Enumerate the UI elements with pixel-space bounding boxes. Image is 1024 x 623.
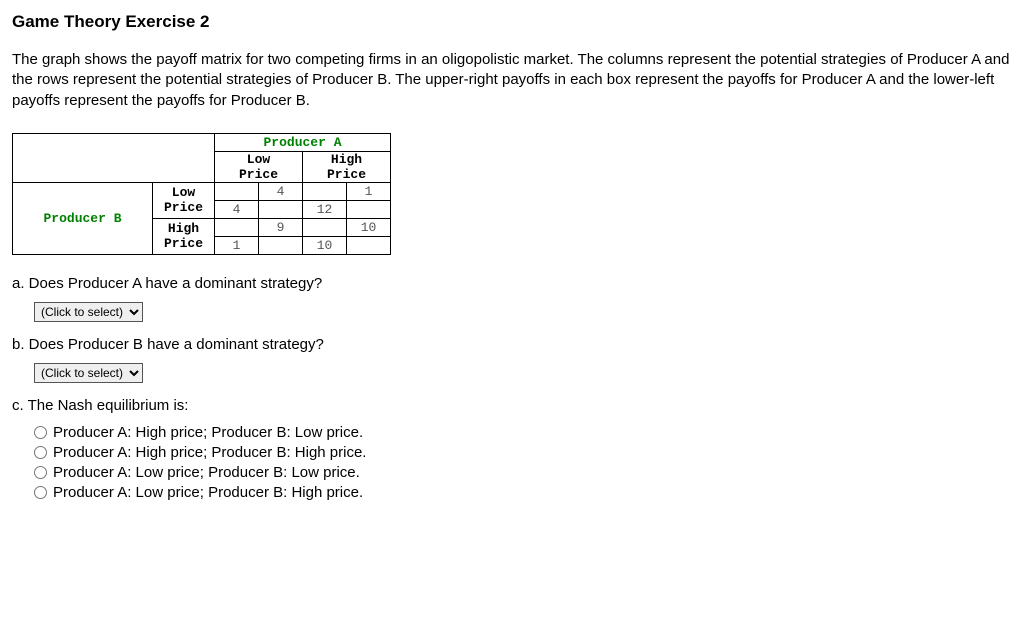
- col-strategy-high: High Price: [303, 151, 391, 182]
- text: Low: [247, 152, 270, 167]
- option-row[interactable]: Producer A: High price; Producer B: Low …: [34, 424, 1012, 441]
- option-label: Producer A: Low price; Producer B: High …: [53, 484, 363, 501]
- option-label: Producer A: High price; Producer B: High…: [53, 444, 366, 461]
- option-row[interactable]: Producer A: Low price; Producer B: High …: [34, 484, 1012, 501]
- question-a-select[interactable]: (Click to select): [34, 302, 143, 322]
- payoff-a-r1c2: 1: [347, 182, 391, 200]
- page-title: Game Theory Exercise 2: [12, 12, 1012, 32]
- option-label: Producer A: Low price; Producer B: Low p…: [53, 464, 360, 481]
- option-label: Producer A: High price; Producer B: Low …: [53, 424, 363, 441]
- row-strategy-low: Low Price: [153, 182, 215, 218]
- payoff-b-r1c1: 4: [215, 200, 259, 218]
- empty-cell: [215, 182, 259, 200]
- question-c-options: Producer A: High price; Producer B: Low …: [34, 424, 1012, 501]
- option-radio-3[interactable]: [34, 466, 47, 479]
- empty-cell: [215, 218, 259, 236]
- intro-text: The graph shows the payoff matrix for tw…: [12, 50, 1012, 111]
- option-radio-2[interactable]: [34, 446, 47, 459]
- payoff-b-r2c2: 10: [303, 236, 347, 254]
- empty-cell: [347, 200, 391, 218]
- text: Price: [164, 200, 203, 215]
- empty-cell: [303, 218, 347, 236]
- option-row[interactable]: Producer A: High price; Producer B: High…: [34, 444, 1012, 461]
- payoff-a-r1c1: 4: [259, 182, 303, 200]
- text: Low: [172, 185, 195, 200]
- text: Price: [327, 167, 366, 182]
- empty-cell: [259, 236, 303, 254]
- row-player-label: Producer B: [13, 182, 153, 254]
- payoff-b-r2c1: 1: [215, 236, 259, 254]
- text: High: [168, 221, 199, 236]
- payoff-matrix: Producer A Low Price High Price Producer…: [12, 133, 391, 255]
- question-b-text: b. Does Producer B have a dominant strat…: [12, 336, 1012, 353]
- question-b-select[interactable]: (Click to select): [34, 363, 143, 383]
- empty-cell: [347, 236, 391, 254]
- text: Price: [239, 167, 278, 182]
- col-strategy-low: Low Price: [215, 151, 303, 182]
- question-a-text: a. Does Producer A have a dominant strat…: [12, 275, 1012, 292]
- option-radio-4[interactable]: [34, 486, 47, 499]
- col-player-label: Producer A: [215, 133, 391, 151]
- option-radio-1[interactable]: [34, 426, 47, 439]
- empty-cell: [259, 200, 303, 218]
- question-c-text: c. The Nash equilibrium is:: [12, 397, 1012, 414]
- corner-blank: [13, 133, 215, 182]
- payoff-b-r1c2: 12: [303, 200, 347, 218]
- text: Price: [164, 236, 203, 251]
- row-strategy-high: High Price: [153, 218, 215, 254]
- payoff-a-r2c1: 9: [259, 218, 303, 236]
- option-row[interactable]: Producer A: Low price; Producer B: Low p…: [34, 464, 1012, 481]
- payoff-a-r2c2: 10: [347, 218, 391, 236]
- text: High: [331, 152, 362, 167]
- empty-cell: [303, 182, 347, 200]
